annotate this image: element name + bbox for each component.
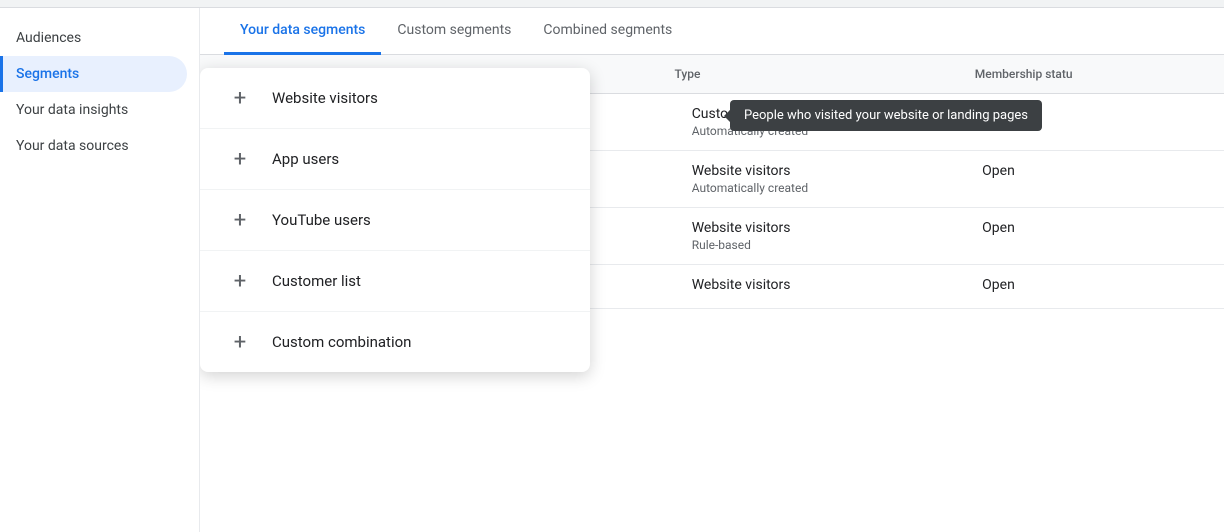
col-header-type: Type <box>674 67 974 81</box>
sidebar-item-data-insights[interactable]: Your data insights <box>0 92 187 128</box>
row-type-3: Website visitors Rule-based <box>692 220 982 252</box>
top-bar <box>0 0 1224 8</box>
row-type-2: Website visitors Automatically created <box>692 163 982 195</box>
row-type-1: Custom combination segment Automatically… <box>692 106 982 138</box>
dropdown-item-custom-combination[interactable]: + Custom combination <box>200 312 590 372</box>
main-layout: Audiences Segments Your data insights Yo… <box>0 8 1224 532</box>
tab-your-data-segments[interactable]: Your data segments <box>224 8 381 55</box>
tab-combined-segments[interactable]: Combined segments <box>527 8 688 55</box>
dropdown-item-website-visitors[interactable]: + Website visitors <box>200 68 590 129</box>
row-status-3: Open <box>982 220 1200 236</box>
plus-icon: + <box>228 208 252 232</box>
main-content: Your data segments Custom segments Combi… <box>200 8 1224 532</box>
plus-icon: + <box>228 330 252 354</box>
dropdown-item-youtube-users[interactable]: + YouTube users <box>200 190 590 251</box>
dropdown-item-app-users[interactable]: + App users <box>200 129 590 190</box>
plus-icon: + <box>228 269 252 293</box>
sidebar: Audiences Segments Your data insights Yo… <box>0 8 200 532</box>
row-type-4: Website visitors <box>692 277 982 293</box>
row-status-1: Open <box>982 106 1200 122</box>
tab-custom-segments[interactable]: Custom segments <box>381 8 527 55</box>
plus-icon: + <box>228 86 252 110</box>
sidebar-item-audiences[interactable]: Audiences <box>0 20 187 56</box>
col-header-status: Membership statu <box>975 67 1200 81</box>
sidebar-item-data-sources[interactable]: Your data sources <box>0 128 187 164</box>
row-status-4: Open <box>982 277 1200 293</box>
dropdown-menu: + Website visitors + App users + YouTube… <box>200 68 590 372</box>
plus-icon: + <box>228 147 252 171</box>
sidebar-item-segments[interactable]: Segments <box>0 56 187 92</box>
tabs-bar: Your data segments Custom segments Combi… <box>200 8 1224 55</box>
row-status-2: Open <box>982 163 1200 179</box>
dropdown-item-customer-list[interactable]: + Customer list <box>200 251 590 312</box>
